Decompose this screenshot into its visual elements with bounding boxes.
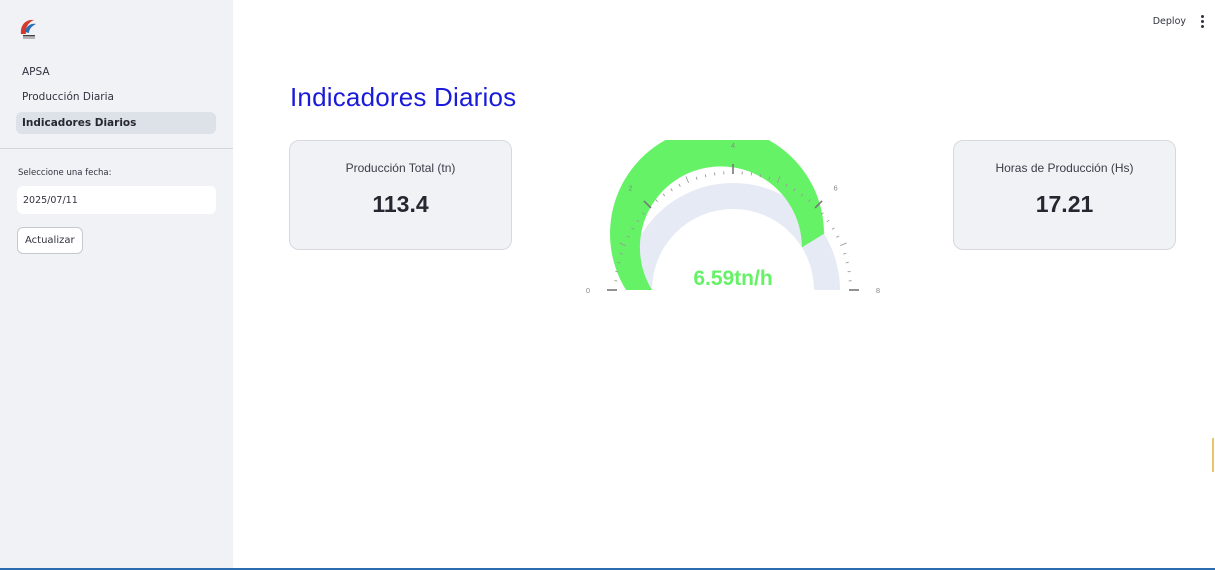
gauge-tick (670, 188, 673, 192)
metric-title: Horas de Producción (Hs) (995, 161, 1134, 175)
sidebar-divider (0, 148, 233, 149)
gauge-tick-label: 6 (833, 183, 837, 192)
gauge-tick (662, 193, 666, 197)
main-menu-icon[interactable] (1197, 14, 1207, 28)
date-input[interactable] (17, 186, 216, 214)
gauge-tick-label: 0 (586, 286, 590, 295)
rate-gauge: 0 2 4 6 8 6.59tn/h (586, 140, 880, 295)
sidebar: APSA Producción Diaria Indicadores Diari… (0, 0, 233, 570)
gauge-tick (685, 176, 690, 184)
gauge-tick-label: 4 (731, 141, 735, 150)
deploy-button[interactable]: Deploy (1153, 16, 1186, 27)
gauge-tick (678, 183, 681, 187)
metric-title: Producción Total (tn) (345, 161, 456, 175)
gauge-tick (843, 252, 847, 255)
metric-value: 113.4 (372, 191, 429, 217)
sidebar-item-produccion-diaria[interactable]: Producción Diaria (16, 86, 216, 108)
date-label: Seleccione una fecha: (18, 168, 112, 178)
gauge-tick (704, 174, 707, 178)
gauge-tick (836, 235, 840, 238)
gauge-tick-label: 2 (628, 183, 632, 192)
gauge-tick (839, 242, 847, 247)
sidebar-item-apsa[interactable]: APSA (16, 61, 216, 83)
gauge-tick (655, 199, 659, 203)
metric-card-horas-produccion: Horas de Producción (Hs) 17.21 (953, 140, 1176, 250)
gauge-tick (845, 261, 849, 264)
gauge-tick (695, 176, 698, 180)
metric-card-produccion-total: Producción Total (tn) 113.4 (289, 140, 512, 250)
page-title: Indicadores Diarios (290, 82, 517, 112)
gauge-tick-label: 8 (876, 286, 880, 295)
gauge-value-label: 6.59tn/h (693, 267, 772, 290)
metric-value: 17.21 (1035, 191, 1094, 217)
gauge-tick (826, 219, 830, 223)
company-logo[interactable] (16, 16, 42, 42)
update-button[interactable]: Actualizar (17, 227, 83, 254)
sidebar-item-indicadores-diarios[interactable]: Indicadores Diarios (16, 112, 216, 134)
gauge-tick (831, 227, 835, 230)
edge-accent (1212, 438, 1214, 472)
